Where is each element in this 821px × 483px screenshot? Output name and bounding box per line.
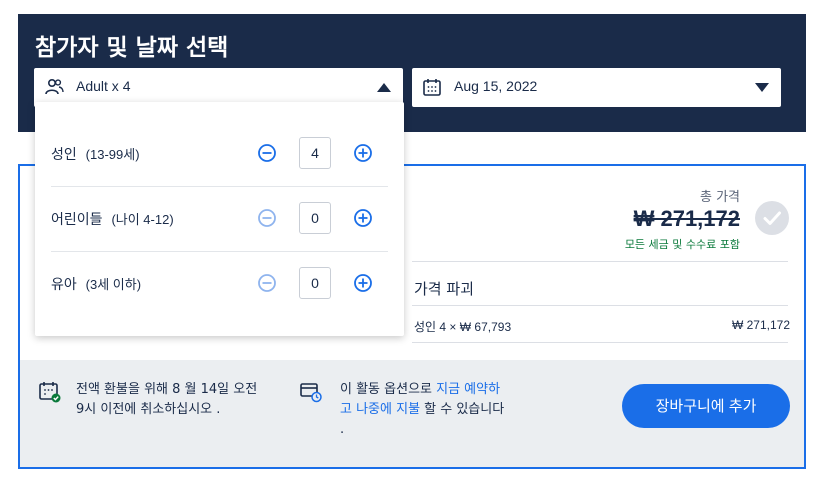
total-price: ₩ 271,172 <box>634 206 740 232</box>
participant-row-infant: 유아 (3세 이하) 0 <box>51 252 388 316</box>
participant-row-child: 어린이들 (나이 4-12) 0 <box>51 187 388 251</box>
price-breakdown-title: 가격 파괴 <box>414 280 474 298</box>
plus-circle-icon[interactable] <box>353 208 373 228</box>
divider <box>412 261 788 262</box>
quantity-field[interactable]: 0 <box>299 267 331 299</box>
date-value: Aug 15, 2022 <box>454 78 538 94</box>
people-icon <box>45 78 64 95</box>
pay-later-suffix: 할 수 있습니다 <box>420 402 505 417</box>
participant-row-adult: 성인 (13-99세) 4 <box>51 122 388 186</box>
pay-later-link[interactable]: 고 나중에 지불 <box>340 402 420 417</box>
participant-label: 어린이들 (나이 4-12) <box>51 212 174 228</box>
participant-label: 성인 (13-99세) <box>51 147 140 163</box>
calendar-check-icon <box>39 382 61 403</box>
breakdown-row-total: ₩ 271,172 <box>731 318 790 332</box>
card-clock-icon <box>300 383 322 403</box>
add-to-cart-button[interactable]: 장바구니에 추가 <box>622 384 790 428</box>
option-footer: 전액 환불을 위해 8 월 14일 오전 9시 이전에 취소하십시오 . 이 활… <box>20 360 804 467</box>
breakdown-row-label: 성인 4 × ₩ 67,793 <box>414 320 512 334</box>
pay-later-text: 이 활동 옵션으로 <box>340 382 437 397</box>
minus-circle-icon[interactable] <box>257 208 277 228</box>
quantity-field[interactable]: 4 <box>299 137 331 169</box>
participant-label: 유아 (3세 이하) <box>51 277 142 293</box>
minus-circle-icon[interactable] <box>257 143 277 163</box>
book-now-link[interactable]: 지금 예약하 <box>436 382 500 397</box>
cancellation-policy: 전액 환불을 위해 8 월 14일 오전 9시 이전에 취소하십시오 . <box>76 380 286 420</box>
calendar-icon <box>423 79 441 96</box>
caret-up-icon <box>377 83 391 92</box>
cancellation-line-2: 9시 이전에 취소하십시오 . <box>76 402 221 417</box>
pay-later-end: . <box>340 422 345 437</box>
plus-circle-icon[interactable] <box>353 143 373 163</box>
total-price-value: ₩ 271,172 <box>633 206 740 231</box>
date-select[interactable]: Aug 15, 2022 <box>412 68 781 107</box>
participants-value: Adult x 4 <box>76 78 131 94</box>
caret-down-icon <box>755 83 769 92</box>
divider <box>412 342 788 343</box>
select-option-check[interactable] <box>755 201 789 235</box>
pay-later-info: 이 활동 옵션으로 지금 예약하 고 나중에 지불 할 수 있습니다 . <box>340 380 540 440</box>
page-title: 참가자 및 날짜 선택 <box>35 35 229 61</box>
quantity-field[interactable]: 0 <box>299 202 331 234</box>
tax-note: 모든 세금 및 수수료 포함 <box>624 238 740 251</box>
minus-circle-icon[interactable] <box>257 273 277 293</box>
plus-circle-icon[interactable] <box>353 273 373 293</box>
divider <box>412 305 788 306</box>
cancellation-line-1: 전액 환불을 위해 8 월 14일 오전 <box>76 382 258 397</box>
total-price-label: 총 가격 <box>699 190 740 205</box>
check-icon <box>763 211 781 225</box>
participants-dropdown: 성인 (13-99세) 4 어린이들 (나이 4-12) 0 유아 (3세 이하… <box>35 102 404 336</box>
